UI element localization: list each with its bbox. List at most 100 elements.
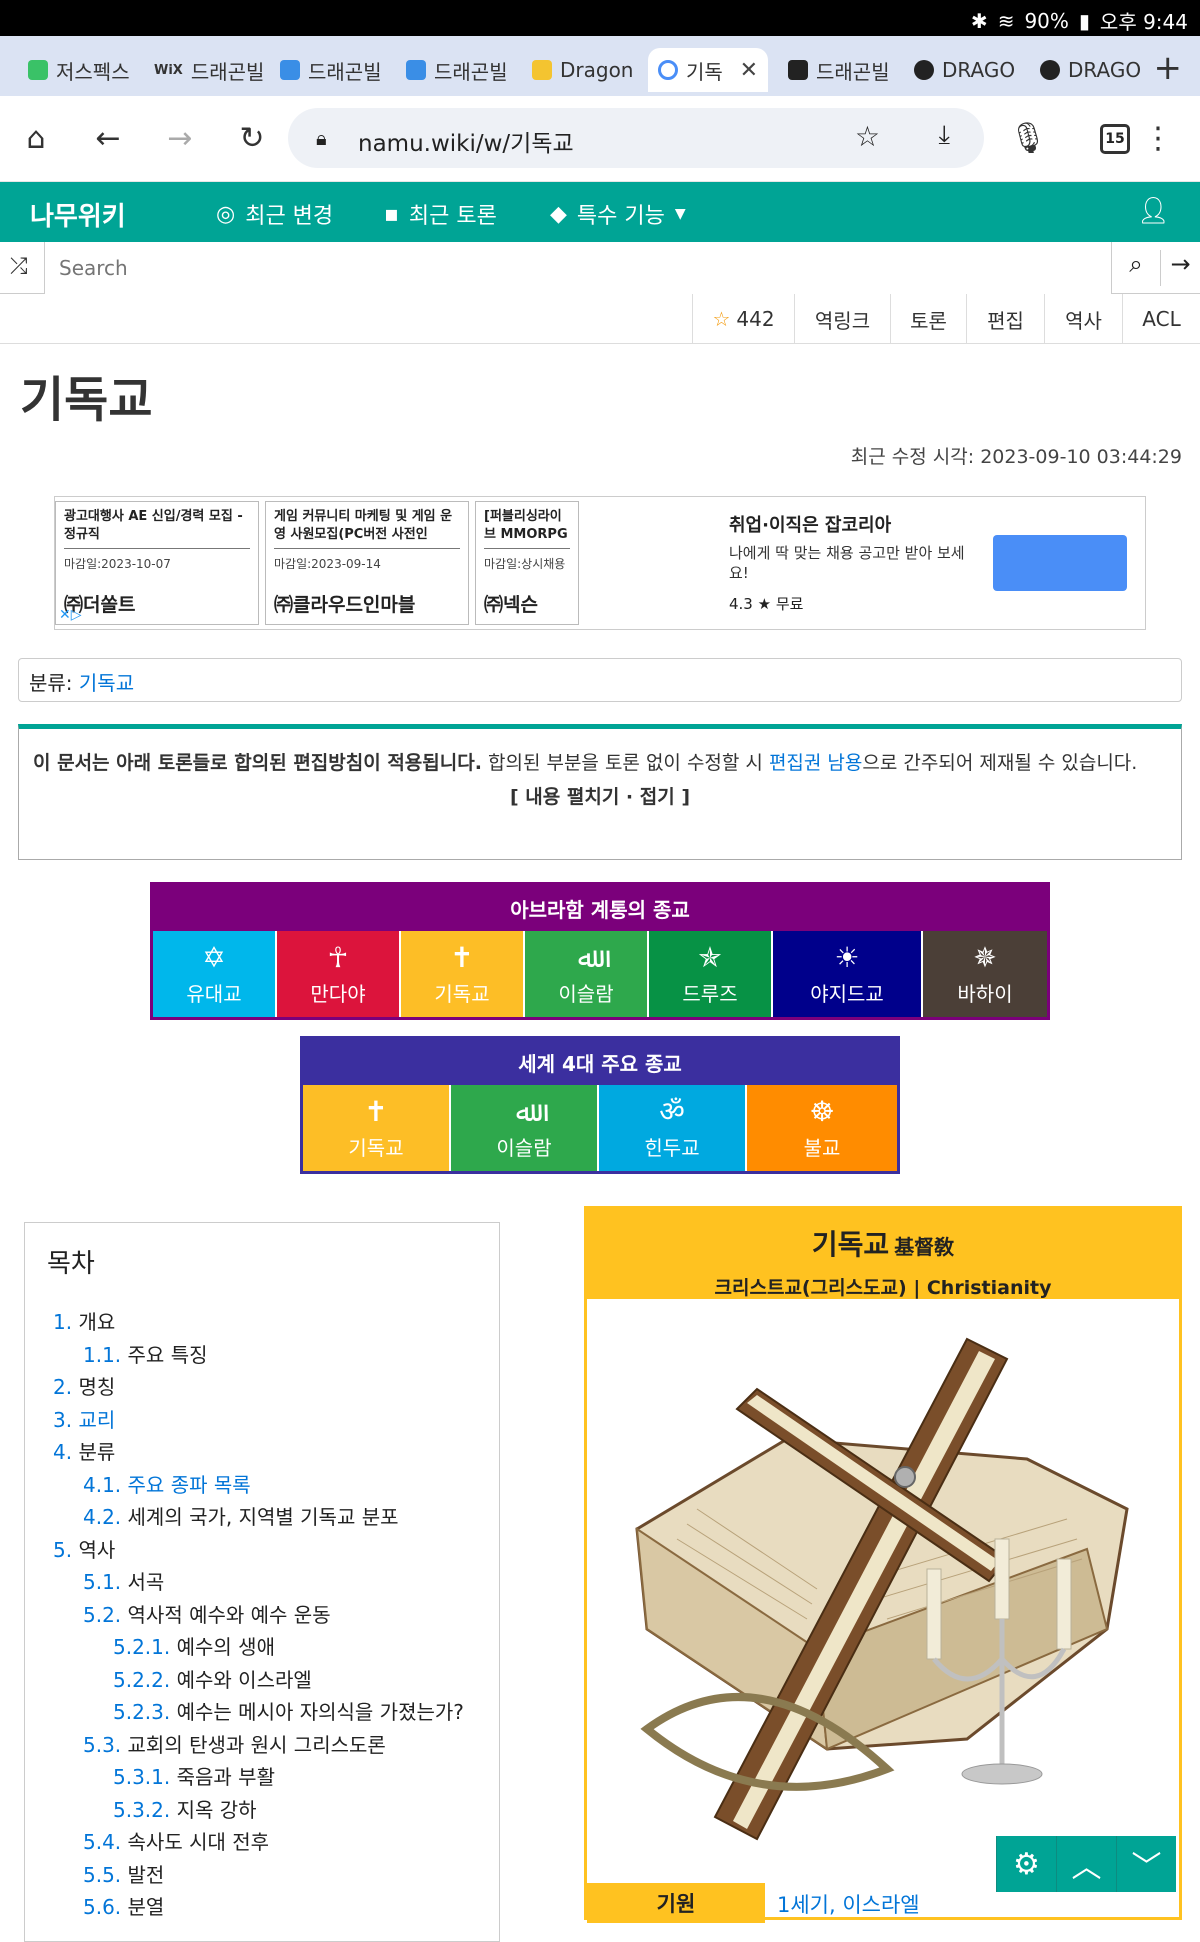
religion-cell-christianity[interactable]: ✝ 기독교: [401, 931, 525, 1017]
religion-cell-islam[interactable]: ﷲ 이슬람: [525, 931, 649, 1017]
expand-collapse-toggle[interactable]: [ 내용 펼치기 · 접기 ]: [33, 781, 1167, 813]
toc-item[interactable]: 1. 개요: [47, 1306, 477, 1339]
bookmark-star-icon[interactable]: ☆: [855, 120, 880, 153]
toc-number[interactable]: 5.2.3.: [113, 1700, 170, 1724]
scroll-up-icon[interactable]: ︿: [1056, 1836, 1116, 1892]
browser-tab-active[interactable]: 기독 ✕: [648, 48, 768, 92]
toc-number[interactable]: 5.1.: [83, 1570, 121, 1594]
toc-number[interactable]: 3.: [53, 1408, 72, 1432]
toc-item[interactable]: 5.2.1. 예수의 생애: [47, 1631, 477, 1664]
toc-number[interactable]: 5.3.: [83, 1733, 121, 1757]
browser-tab[interactable]: WiX 드래곤빌: [144, 48, 266, 92]
toc-item[interactable]: 5.5. 발전: [47, 1859, 477, 1892]
toc-item[interactable]: 4. 분류: [47, 1436, 477, 1469]
discussion-button[interactable]: 토론: [890, 294, 966, 344]
close-tab-icon[interactable]: ✕: [740, 58, 758, 83]
ad-cta-button[interactable]: [993, 535, 1127, 591]
toc-number[interactable]: 5.: [53, 1538, 72, 1562]
settings-gear-icon[interactable]: ⚙: [996, 1836, 1056, 1892]
toc-item[interactable]: 5.3.2. 지옥 강하: [47, 1794, 477, 1827]
address-bar[interactable]: 🔒︎ namu.wiki/w/기독교 ☆ ⤓: [288, 108, 984, 168]
back-icon[interactable]: ←: [88, 118, 128, 158]
nav-special-functions[interactable]: ◆ 특수 기능 ▼: [550, 198, 686, 230]
toc-item[interactable]: 5.4. 속사도 시대 전후: [47, 1826, 477, 1859]
scroll-down-icon[interactable]: ﹀: [1116, 1836, 1176, 1892]
ad-card[interactable]: [퍼블리싱라이브 MMORPG 게임 마감일:상시채용 ㈜넥슨: [475, 501, 579, 625]
category-link[interactable]: 기독교: [79, 671, 134, 695]
toc-number[interactable]: 5.4.: [83, 1830, 121, 1854]
toc-number[interactable]: 4.1.: [83, 1473, 121, 1497]
toc-number[interactable]: 4.: [53, 1440, 72, 1464]
browser-tab[interactable]: 드래곤빌: [396, 48, 520, 92]
toc-label[interactable]: 교리: [78, 1408, 115, 1432]
browser-tab[interactable]: 드래곤빌: [778, 48, 902, 92]
toc-item[interactable]: 1.1. 주요 특징: [47, 1339, 477, 1372]
nav-recent-discussions[interactable]: ▪ 최근 토론: [384, 198, 497, 230]
toc-number[interactable]: 2.: [53, 1375, 72, 1399]
user-icon[interactable]: 👤︎: [1137, 196, 1170, 226]
ad-card[interactable]: 게임 커뮤니티 마케팅 및 게임 운영 사원모집(PC버전 사전인 마감일:20…: [265, 501, 469, 625]
random-icon[interactable]: ⤮: [10, 254, 28, 279]
acl-button[interactable]: ACL: [1122, 294, 1200, 344]
toc-item[interactable]: 5.3.1. 죽음과 부활: [47, 1761, 477, 1794]
ad-banner[interactable]: 광고대행사 AE 신입/경력 모집 - 정규직 마감일:2023-10-07 ㈜…: [54, 496, 1146, 630]
reload-icon[interactable]: ↻: [232, 118, 272, 158]
home-icon[interactable]: ⌂: [16, 118, 56, 158]
toc-item[interactable]: 4.2. 세계의 국가, 지역별 기독교 분포: [47, 1501, 477, 1534]
mic-icon[interactable]: 🎙︎: [1008, 118, 1048, 158]
browser-tab[interactable]: DRAGO: [904, 48, 1028, 92]
history-button[interactable]: 역사: [1044, 294, 1122, 344]
toc-item[interactable]: 5.6. 분열: [47, 1891, 477, 1924]
star-button[interactable]: ☆ 442: [692, 294, 794, 344]
toc-number[interactable]: 5.2.1.: [113, 1635, 170, 1659]
toc-item[interactable]: 4.1. 주요 종파 목록: [47, 1469, 477, 1502]
toc-item[interactable]: 2. 명칭: [47, 1371, 477, 1404]
religion-cell-mandaeism[interactable]: ☥ 만다야: [277, 931, 401, 1017]
religion-cell-bahai[interactable]: ✵ 바하이: [923, 931, 1047, 1017]
religion-cell-buddhism[interactable]: ☸ 불교: [747, 1085, 897, 1171]
toc-number[interactable]: 5.2.: [83, 1603, 121, 1627]
edit-button[interactable]: 편집: [966, 294, 1044, 344]
backlinks-button[interactable]: 역링크: [794, 294, 890, 344]
browser-tab[interactable]: 저스펙스: [18, 48, 142, 92]
toc-item[interactable]: 5.1. 서곡: [47, 1566, 477, 1599]
toc-number[interactable]: 4.2.: [83, 1505, 121, 1529]
nav-recent-changes[interactable]: ◎ 최근 변경: [216, 198, 333, 230]
go-arrow-icon[interactable]: →: [1160, 250, 1200, 286]
ad-card[interactable]: 광고대행사 AE 신입/경력 모집 - 정규직 마감일:2023-10-07 ㈜…: [55, 501, 259, 625]
search-input[interactable]: [44, 242, 1112, 294]
browser-tab[interactable]: DRAGO: [1030, 48, 1140, 92]
menu-icon[interactable]: ⋮: [1138, 118, 1178, 158]
toc-item[interactable]: 5. 역사: [47, 1534, 477, 1567]
religion-cell-islam[interactable]: ﷲ 이슬람: [451, 1085, 599, 1171]
download-icon[interactable]: ⤓: [939, 120, 951, 151]
new-tab-icon[interactable]: +: [1154, 48, 1183, 88]
toc-item[interactable]: 5.3. 교회의 탄생과 원시 그리스도론: [47, 1729, 477, 1762]
toc-number[interactable]: 5.2.2.: [113, 1668, 170, 1692]
toc-number[interactable]: 1.: [53, 1310, 72, 1334]
religion-cell-druze[interactable]: ✯ 드루즈: [649, 931, 773, 1017]
toc-number[interactable]: 5.3.2.: [113, 1798, 170, 1822]
adchoices-icon[interactable]: ✕▷: [59, 607, 82, 623]
notice-link[interactable]: 편집권 남용: [769, 752, 862, 774]
toc-item[interactable]: 5.2. 역사적 예수와 예수 운동: [47, 1599, 477, 1632]
toc-item[interactable]: 3. 교리: [47, 1404, 477, 1437]
toc-label[interactable]: 주요 종파 목록: [128, 1473, 251, 1497]
toc-number[interactable]: 1.1.: [83, 1343, 121, 1367]
religion-cell-christianity[interactable]: ✝ 기독교: [303, 1085, 451, 1171]
forward-icon[interactable]: →: [160, 118, 200, 158]
cross-bible-image[interactable]: [587, 1299, 1179, 1877]
browser-tab[interactable]: Dragon: [522, 48, 646, 92]
url-text[interactable]: namu.wiki/w/기독교: [358, 124, 574, 158]
toc-number[interactable]: 5.6.: [83, 1895, 121, 1919]
toc-item[interactable]: 5.2.3. 예수는 메시아 자의식을 가졌는가?: [47, 1696, 477, 1729]
site-logo[interactable]: 나무위키: [30, 196, 126, 233]
religion-cell-hinduism[interactable]: ॐ 힌두교: [599, 1085, 747, 1171]
toc-number[interactable]: 5.5.: [83, 1863, 121, 1887]
toc-item[interactable]: 5.2.2. 예수와 이스라엘: [47, 1664, 477, 1697]
religion-cell-yazidism[interactable]: ☀ 야지드교: [773, 931, 923, 1017]
religion-cell-judaism[interactable]: ✡ 유대교: [153, 931, 277, 1017]
browser-tab[interactable]: 드래곤빌: [270, 48, 394, 92]
search-icon[interactable]: ⌕: [1112, 250, 1160, 278]
toc-number[interactable]: 5.3.1.: [113, 1765, 170, 1789]
